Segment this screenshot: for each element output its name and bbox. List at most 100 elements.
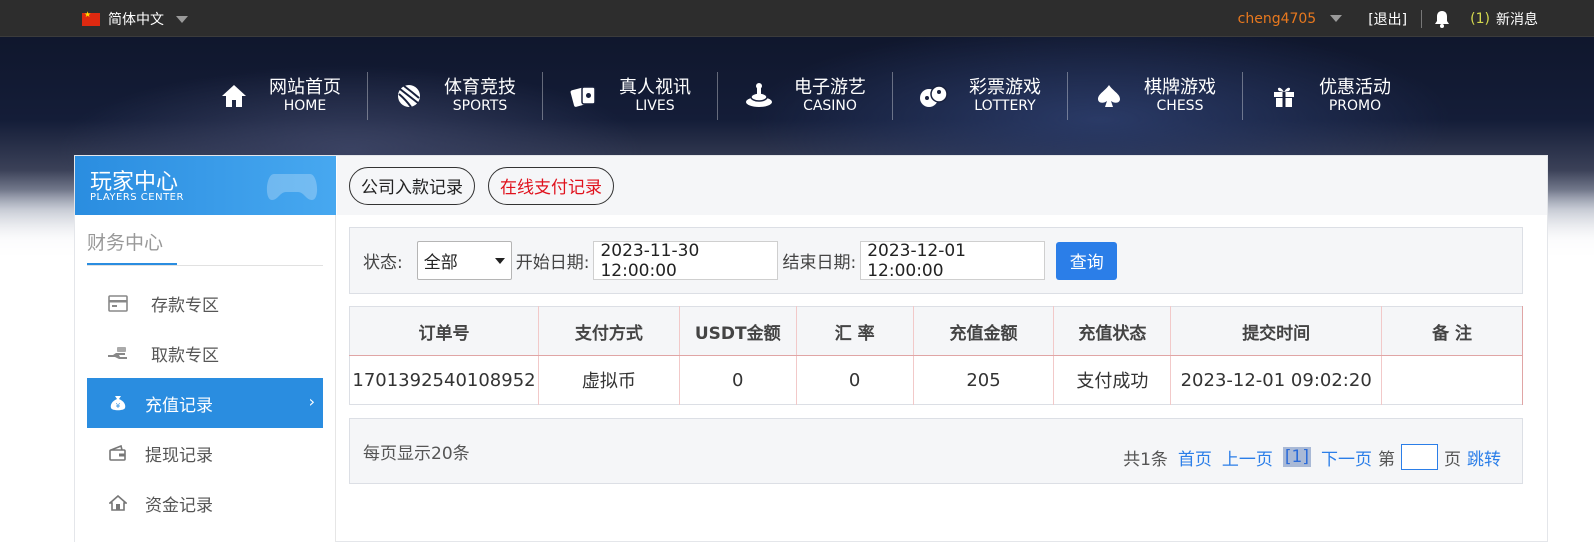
china-flag-icon	[82, 10, 100, 26]
end-date-input[interactable]: 2023-12-01 12:00:00	[860, 241, 1046, 281]
page-suffix: 页	[1444, 449, 1461, 470]
nav-label: 体育竞技	[444, 76, 516, 98]
jump-button[interactable]: 跳转	[1467, 445, 1501, 470]
sidebar-item-withdraw-records[interactable]: 提现记录	[87, 428, 323, 478]
cell-payment-method: 虚拟币	[538, 355, 680, 405]
search-button[interactable]: 查询	[1056, 241, 1118, 280]
nav-sublabel: SPORTS	[452, 98, 508, 115]
deposit-icon	[107, 294, 129, 312]
main-nav: 网站首页 HOME 体育竞技 SPORTS 真人视讯 LIVES 电子游艺 CASINO…	[219, 72, 1417, 120]
nav-lives[interactable]: 真人视讯 LIVES	[542, 72, 717, 120]
username[interactable]: cheng4705	[1238, 11, 1317, 27]
start-date-label: 开始日期:	[515, 253, 590, 273]
chevron-right-icon: ›	[308, 392, 315, 411]
per-page-text: 每页显示20条	[363, 444, 470, 464]
cell-submit-time: 2023-12-01 09:02:20	[1170, 355, 1383, 405]
status-label: 状态:	[363, 253, 403, 273]
sidebar-header: 玩家中心 PLAYERS CENTER	[75, 156, 336, 215]
spade-icon	[1094, 81, 1124, 111]
language-label: 简体中文	[108, 12, 164, 28]
withdraw-icon	[107, 344, 129, 362]
prev-page-link[interactable]: 上一页	[1222, 445, 1273, 470]
nav-label: 真人视讯	[619, 76, 691, 98]
table-row: 1701392540108952 虚拟币 0 0 205 支付成功 2023-1…	[349, 355, 1523, 405]
chevron-down-icon	[494, 257, 505, 264]
pagination: 每页显示20条 共1条 首页 上一页 [1] 下一页 第 页 跳转	[349, 418, 1523, 484]
message-count[interactable]: (1)	[1470, 11, 1490, 27]
column-header-remark: 备 注	[1381, 306, 1523, 356]
current-page: [1]	[1282, 447, 1311, 467]
top-bar: 简体中文 cheng4705 [退出] (1) 新消息	[0, 0, 1594, 37]
chevron-down-icon	[176, 15, 188, 23]
user-menu-chevron-icon[interactable]	[1330, 15, 1343, 22]
cards-icon	[569, 81, 599, 111]
nav-sublabel: LOTTERY	[974, 98, 1036, 115]
column-header-recharge-amount: 充值金额	[913, 306, 1055, 356]
nav-promo[interactable]: 优惠活动 PROMO	[1242, 72, 1417, 120]
nav-lottery[interactable]: 彩票游戏 LOTTERY	[892, 72, 1067, 120]
basketball-icon	[394, 81, 424, 111]
nav-sports[interactable]: 体育竞技 SPORTS	[367, 72, 542, 120]
tab-company-deposit-records[interactable]: 公司入款记录	[349, 166, 475, 205]
status-select-value: 全部	[423, 253, 458, 273]
nav-sublabel: LIVES	[635, 98, 675, 115]
next-page-link[interactable]: 下一页	[1321, 445, 1372, 470]
cell-usdt-amount: 0	[679, 355, 797, 405]
logout-link[interactable]: [退出]	[1368, 9, 1407, 29]
tab-online-payment-records[interactable]: 在线支付记录	[488, 166, 614, 205]
sidebar-item-deposit[interactable]: 存款专区	[87, 278, 323, 328]
nav-sublabel: CASINO	[803, 98, 857, 115]
bell-icon[interactable]	[1432, 9, 1452, 29]
page-number-input[interactable]	[1401, 444, 1438, 470]
status-select[interactable]: 全部	[416, 241, 512, 280]
content-area: 公司入款记录 在线支付记录 状态: 全部 开始日期: 2023-11-30 12…	[337, 156, 1547, 542]
gamepad-icon	[266, 174, 318, 200]
end-date-label: 结束日期:	[782, 253, 857, 273]
main-panel: 玩家中心 PLAYERS CENTER 财务中心 存款专区 取款专区 ¥ 充值记…	[74, 155, 1548, 542]
nav-label: 网站首页	[269, 76, 341, 98]
sidebar-section: 财务中心	[87, 228, 323, 266]
nav-sublabel: CHESS	[1156, 98, 1204, 115]
column-header-usdt-amount: USDT金额	[679, 306, 797, 356]
total-count: 共1条	[1123, 449, 1168, 470]
column-header-order-no: 订单号	[349, 306, 539, 356]
sidebar-menu: 存款专区 取款专区 ¥ 充值记录 › 提现记录 资金记录	[87, 278, 323, 528]
sidebar-subtitle: PLAYERS CENTER	[90, 192, 184, 203]
record-tabs: 公司入款记录 在线支付记录	[337, 156, 1547, 215]
nav-sublabel: HOME	[283, 98, 327, 115]
moneybag-icon: ¥	[107, 394, 129, 412]
house-icon	[107, 494, 129, 512]
sidebar-item-label: 提现记录	[145, 445, 213, 466]
nav-label: 电子游艺	[794, 76, 866, 98]
sidebar-item-label: 充值记录	[145, 395, 213, 416]
gift-icon	[1269, 81, 1299, 111]
messages-link[interactable]: 新消息	[1496, 9, 1538, 29]
nav-label: 棋牌游戏	[1144, 76, 1216, 98]
sidebar-item-fund-records[interactable]: 资金记录	[87, 478, 323, 528]
table-header-row: 订单号 支付方式 USDT金额 汇 率 充值金额 充值状态 提交时间 备 注	[349, 306, 1523, 356]
sidebar-item-withdraw[interactable]: 取款专区	[87, 328, 323, 378]
language-selector[interactable]: 简体中文	[82, 9, 188, 29]
sidebar-item-label: 资金记录	[145, 495, 213, 516]
nav-label: 优惠活动	[1319, 76, 1391, 98]
first-page-link[interactable]: 首页	[1178, 445, 1212, 470]
cell-order-no: 1701392540108952	[349, 355, 539, 405]
column-header-rate: 汇 率	[796, 306, 914, 356]
cell-recharge-amount: 205	[913, 355, 1055, 405]
sidebar-item-label: 存款专区	[151, 295, 219, 316]
cell-recharge-status: 支付成功	[1053, 355, 1172, 405]
nav-chess[interactable]: 棋牌游戏 CHESS	[1067, 72, 1242, 120]
wallet-icon	[107, 444, 129, 462]
pagination-controls: 共1条 首页 上一页 [1] 下一页 第 页 跳转	[1123, 444, 1501, 470]
user-area: cheng4705 [退出] (1) 新消息	[1238, 0, 1594, 37]
column-header-submit-time: 提交时间	[1170, 306, 1383, 356]
svg-text:¥: ¥	[116, 402, 121, 410]
column-header-payment-method: 支付方式	[538, 306, 680, 356]
home-icon	[219, 81, 249, 111]
sidebar-item-recharge-records[interactable]: ¥ 充值记录 ›	[87, 378, 323, 428]
nav-casino[interactable]: 电子游艺 CASINO	[717, 72, 892, 120]
nav-home[interactable]: 网站首页 HOME	[219, 72, 367, 120]
column-header-recharge-status: 充值状态	[1053, 306, 1172, 356]
start-date-input[interactable]: 2023-11-30 12:00:00	[593, 241, 779, 281]
dice-icon	[919, 81, 949, 111]
